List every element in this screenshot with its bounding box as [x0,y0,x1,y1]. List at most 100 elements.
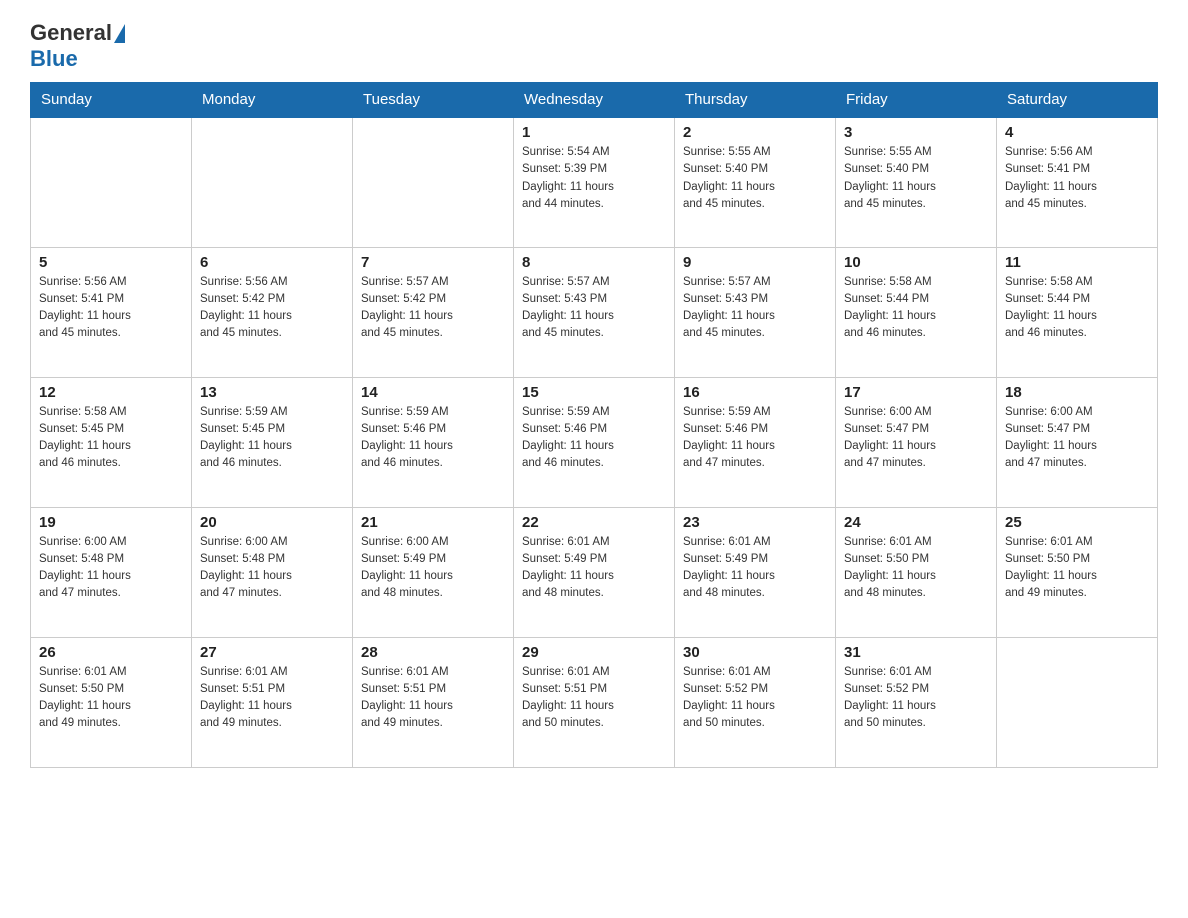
calendar-cell-2-2: 6 Sunrise: 5:56 AM Sunset: 5:42 PM Daylig… [192,247,353,377]
day-number: 31 [844,644,988,661]
calendar-header-wednesday: Wednesday [514,83,675,118]
day-info: Sunrise: 5:58 AM Sunset: 5:45 PM Dayligh… [39,404,183,473]
day-info: Sunrise: 6:01 AM Sunset: 5:51 PM Dayligh… [361,664,505,733]
day-info: Sunrise: 6:00 AM Sunset: 5:49 PM Dayligh… [361,534,505,603]
day-number: 9 [683,254,827,271]
calendar-cell-5-7 [997,637,1158,767]
day-info: Sunrise: 5:56 AM Sunset: 5:42 PM Dayligh… [200,274,344,343]
day-number: 8 [522,254,666,271]
calendar-cell-3-5: 16 Sunrise: 5:59 AM Sunset: 5:46 PM Dayli… [675,377,836,507]
day-number: 4 [1005,124,1149,141]
calendar-cell-2-1: 5 Sunrise: 5:56 AM Sunset: 5:41 PM Daylig… [31,247,192,377]
day-number: 12 [39,384,183,401]
calendar-cell-2-5: 9 Sunrise: 5:57 AM Sunset: 5:43 PM Daylig… [675,247,836,377]
day-info: Sunrise: 6:00 AM Sunset: 5:48 PM Dayligh… [200,534,344,603]
calendar-cell-5-6: 31 Sunrise: 6:01 AM Sunset: 5:52 PM Dayli… [836,637,997,767]
day-number: 27 [200,644,344,661]
day-info: Sunrise: 6:01 AM Sunset: 5:49 PM Dayligh… [683,534,827,603]
day-info: Sunrise: 6:00 AM Sunset: 5:47 PM Dayligh… [844,404,988,473]
day-number: 5 [39,254,183,271]
day-number: 20 [200,514,344,531]
day-info: Sunrise: 5:56 AM Sunset: 5:41 PM Dayligh… [39,274,183,343]
day-info: Sunrise: 5:58 AM Sunset: 5:44 PM Dayligh… [844,274,988,343]
calendar-cell-5-1: 26Sunrise: 6:01 AM Sunset: 5:50 PM Dayli… [31,637,192,767]
calendar-cell-3-1: 12 Sunrise: 5:58 AM Sunset: 5:45 PM Dayli… [31,377,192,507]
calendar-cell-4-1: 19 Sunrise: 6:00 AM Sunset: 5:48 PM Dayli… [31,507,192,637]
page-header: GeneralBlue [30,20,1158,72]
day-number: 22 [522,514,666,531]
calendar-header-row: SundayMondayTuesdayWednesdayThursdayFrid… [31,83,1158,118]
day-number: 14 [361,384,505,401]
day-info: Sunrise: 5:59 AM Sunset: 5:46 PM Dayligh… [683,404,827,473]
calendar-cell-3-6: 17Sunrise: 6:00 AM Sunset: 5:47 PM Dayli… [836,377,997,507]
calendar-cell-2-3: 7Sunrise: 5:57 AM Sunset: 5:42 PM Daylig… [353,247,514,377]
day-number: 11 [1005,254,1149,271]
day-number: 6 [200,254,344,271]
logo: GeneralBlue [30,20,125,72]
day-info: Sunrise: 6:01 AM Sunset: 5:52 PM Dayligh… [844,664,988,733]
day-info: Sunrise: 5:59 AM Sunset: 5:45 PM Dayligh… [200,404,344,473]
calendar-cell-2-4: 8 Sunrise: 5:57 AM Sunset: 5:43 PM Daylig… [514,247,675,377]
calendar-cell-5-3: 28 Sunrise: 6:01 AM Sunset: 5:51 PM Dayli… [353,637,514,767]
calendar-cell-2-6: 10 Sunrise: 5:58 AM Sunset: 5:44 PM Dayli… [836,247,997,377]
calendar-cell-4-7: 25 Sunrise: 6:01 AM Sunset: 5:50 PM Dayli… [997,507,1158,637]
calendar-cell-4-6: 24Sunrise: 6:01 AM Sunset: 5:50 PM Dayli… [836,507,997,637]
day-info: Sunrise: 6:01 AM Sunset: 5:50 PM Dayligh… [844,534,988,603]
calendar-cell-1-7: 4 Sunrise: 5:56 AM Sunset: 5:41 PM Daylig… [997,117,1158,247]
day-info: Sunrise: 6:01 AM Sunset: 5:51 PM Dayligh… [200,664,344,733]
calendar-cell-4-2: 20 Sunrise: 6:00 AM Sunset: 5:48 PM Dayli… [192,507,353,637]
day-info: Sunrise: 5:54 AM Sunset: 5:39 PM Dayligh… [522,144,666,213]
calendar-header-thursday: Thursday [675,83,836,118]
calendar-cell-1-1 [31,117,192,247]
day-number: 10 [844,254,988,271]
calendar-header-saturday: Saturday [997,83,1158,118]
day-info: Sunrise: 6:00 AM Sunset: 5:48 PM Dayligh… [39,534,183,603]
calendar-header-tuesday: Tuesday [353,83,514,118]
day-info: Sunrise: 5:59 AM Sunset: 5:46 PM Dayligh… [361,404,505,473]
calendar-cell-4-3: 21 Sunrise: 6:00 AM Sunset: 5:49 PM Dayli… [353,507,514,637]
day-info: Sunrise: 5:57 AM Sunset: 5:43 PM Dayligh… [683,274,827,343]
day-number: 29 [522,644,666,661]
logo-arrow-icon [114,24,125,43]
day-number: 7 [361,254,505,271]
day-info: Sunrise: 6:01 AM Sunset: 5:52 PM Dayligh… [683,664,827,733]
day-info: Sunrise: 6:01 AM Sunset: 5:50 PM Dayligh… [39,664,183,733]
calendar-header-monday: Monday [192,83,353,118]
calendar-cell-2-7: 11 Sunrise: 5:58 AM Sunset: 5:44 PM Dayli… [997,247,1158,377]
day-info: Sunrise: 5:57 AM Sunset: 5:43 PM Dayligh… [522,274,666,343]
calendar-week-3: 12 Sunrise: 5:58 AM Sunset: 5:45 PM Dayli… [31,377,1158,507]
calendar-table: SundayMondayTuesdayWednesdayThursdayFrid… [30,82,1158,768]
day-info: Sunrise: 6:00 AM Sunset: 5:47 PM Dayligh… [1005,404,1149,473]
calendar-header-friday: Friday [836,83,997,118]
calendar-cell-3-2: 13 Sunrise: 5:59 AM Sunset: 5:45 PM Dayli… [192,377,353,507]
calendar-cell-3-4: 15Sunrise: 5:59 AM Sunset: 5:46 PM Dayli… [514,377,675,507]
calendar-cell-1-6: 3Sunrise: 5:55 AM Sunset: 5:40 PM Daylig… [836,117,997,247]
calendar-week-1: 1 Sunrise: 5:54 AM Sunset: 5:39 PM Daylig… [31,117,1158,247]
day-number: 19 [39,514,183,531]
day-number: 21 [361,514,505,531]
calendar-week-2: 5 Sunrise: 5:56 AM Sunset: 5:41 PM Daylig… [31,247,1158,377]
day-number: 1 [522,124,666,141]
calendar-week-5: 26Sunrise: 6:01 AM Sunset: 5:50 PM Dayli… [31,637,1158,767]
day-info: Sunrise: 6:01 AM Sunset: 5:50 PM Dayligh… [1005,534,1149,603]
calendar-header-sunday: Sunday [31,83,192,118]
day-info: Sunrise: 5:58 AM Sunset: 5:44 PM Dayligh… [1005,274,1149,343]
calendar-cell-3-7: 18 Sunrise: 6:00 AM Sunset: 5:47 PM Dayli… [997,377,1158,507]
day-number: 16 [683,384,827,401]
logo-general-text: General [30,20,112,46]
calendar-cell-5-5: 30Sunrise: 6:01 AM Sunset: 5:52 PM Dayli… [675,637,836,767]
day-info: Sunrise: 5:56 AM Sunset: 5:41 PM Dayligh… [1005,144,1149,213]
day-number: 18 [1005,384,1149,401]
day-info: Sunrise: 6:01 AM Sunset: 5:51 PM Dayligh… [522,664,666,733]
calendar-cell-1-5: 2Sunrise: 5:55 AM Sunset: 5:40 PM Daylig… [675,117,836,247]
calendar-cell-1-3 [353,117,514,247]
day-number: 28 [361,644,505,661]
calendar-cell-5-4: 29 Sunrise: 6:01 AM Sunset: 5:51 PM Dayli… [514,637,675,767]
day-number: 23 [683,514,827,531]
calendar-cell-5-2: 27 Sunrise: 6:01 AM Sunset: 5:51 PM Dayli… [192,637,353,767]
day-number: 2 [683,124,827,141]
calendar-cell-3-3: 14 Sunrise: 5:59 AM Sunset: 5:46 PM Dayli… [353,377,514,507]
day-number: 25 [1005,514,1149,531]
calendar-week-4: 19 Sunrise: 6:00 AM Sunset: 5:48 PM Dayli… [31,507,1158,637]
day-number: 13 [200,384,344,401]
